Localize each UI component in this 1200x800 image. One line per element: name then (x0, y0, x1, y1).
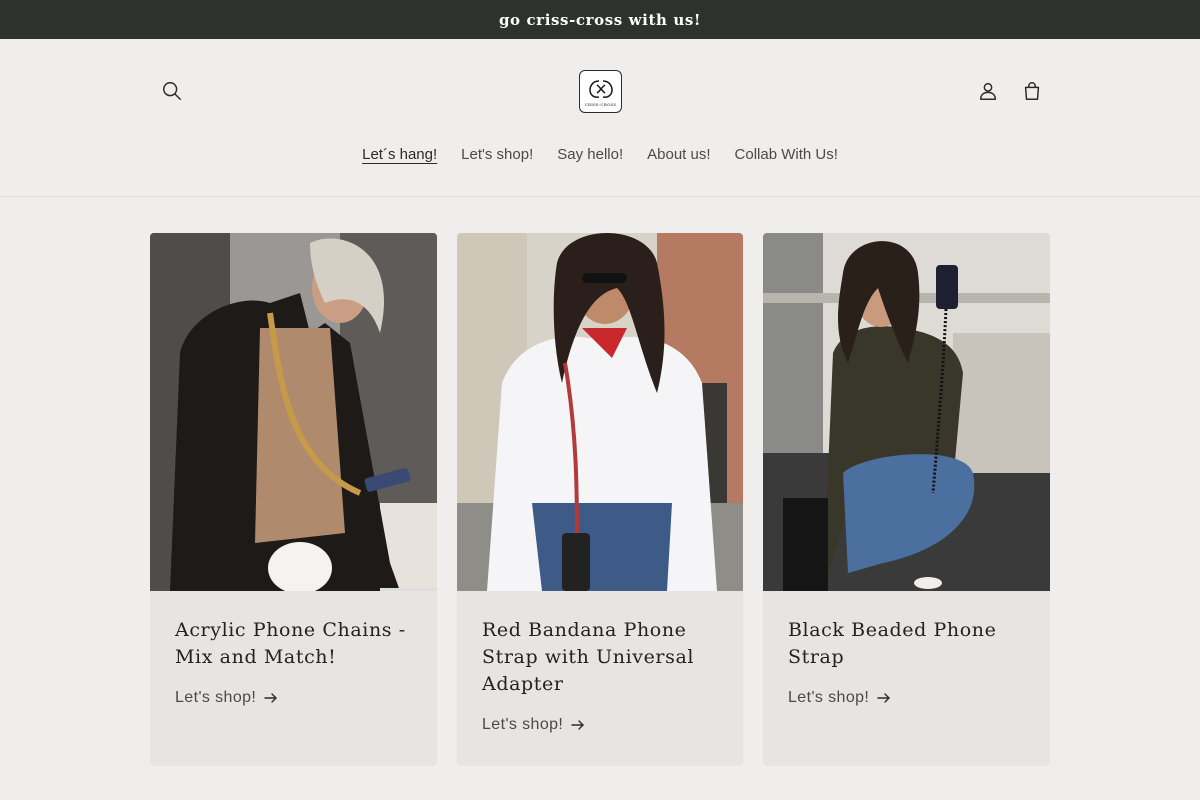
card-title[interactable]: Black Beaded Phone Strap (788, 617, 1028, 671)
card-image[interactable] (763, 233, 1050, 591)
collection-card-acrylic[interactable]: Acrylic Phone Chains - Mix and Match! Le… (150, 233, 437, 766)
site-header: CRISS-CROSS Let´s hang! Let's shop! Say … (0, 39, 1200, 197)
nav-item-lets-hang[interactable]: Let´s hang! (350, 145, 449, 165)
card-image[interactable] (457, 233, 743, 591)
card-link-label: Let's shop! (175, 689, 257, 706)
card-shop-link[interactable]: Let's shop! (175, 689, 278, 707)
card-title[interactable]: Acrylic Phone Chains - Mix and Match! (175, 617, 415, 671)
account-icon (979, 82, 997, 100)
cart-icon (1024, 82, 1040, 100)
collection-card-black-beaded[interactable]: Black Beaded Phone Strap Let's shop! (763, 233, 1050, 766)
cart-button[interactable] (1014, 73, 1050, 109)
card-title[interactable]: Red Bandana Phone Strap with Universal A… (482, 617, 722, 698)
card-link-label: Let's shop! (788, 689, 870, 706)
nav-item-about-us[interactable]: About us! (635, 145, 722, 165)
logo[interactable]: CRISS-CROSS (579, 70, 622, 113)
arrow-right-icon (877, 693, 890, 703)
search-button[interactable] (154, 73, 190, 109)
card-shop-link[interactable]: Let's shop! (788, 689, 891, 707)
search-icon (163, 82, 181, 100)
nav-item-lets-shop[interactable]: Let's shop! (449, 145, 545, 165)
collection-card-red-bandana[interactable]: Red Bandana Phone Strap with Universal A… (457, 233, 743, 766)
nav-item-collab[interactable]: Collab With Us! (723, 145, 850, 165)
announcement-bar: go criss-cross with us! (0, 0, 1200, 39)
nav-item-say-hello[interactable]: Say hello! (545, 145, 635, 165)
logo-text: CRISS-CROSS (584, 101, 617, 107)
main-nav: Let´s hang! Let's shop! Say hello! About… (0, 145, 1200, 165)
arrow-right-icon (571, 720, 584, 730)
card-link-label: Let's shop! (482, 716, 564, 733)
announcement-text: go criss-cross with us! (498, 10, 702, 29)
account-button[interactable] (970, 73, 1006, 109)
card-image[interactable] (150, 233, 437, 591)
logo-mark (588, 79, 613, 98)
card-shop-link[interactable]: Let's shop! (482, 716, 585, 734)
arrow-right-icon (264, 693, 277, 703)
